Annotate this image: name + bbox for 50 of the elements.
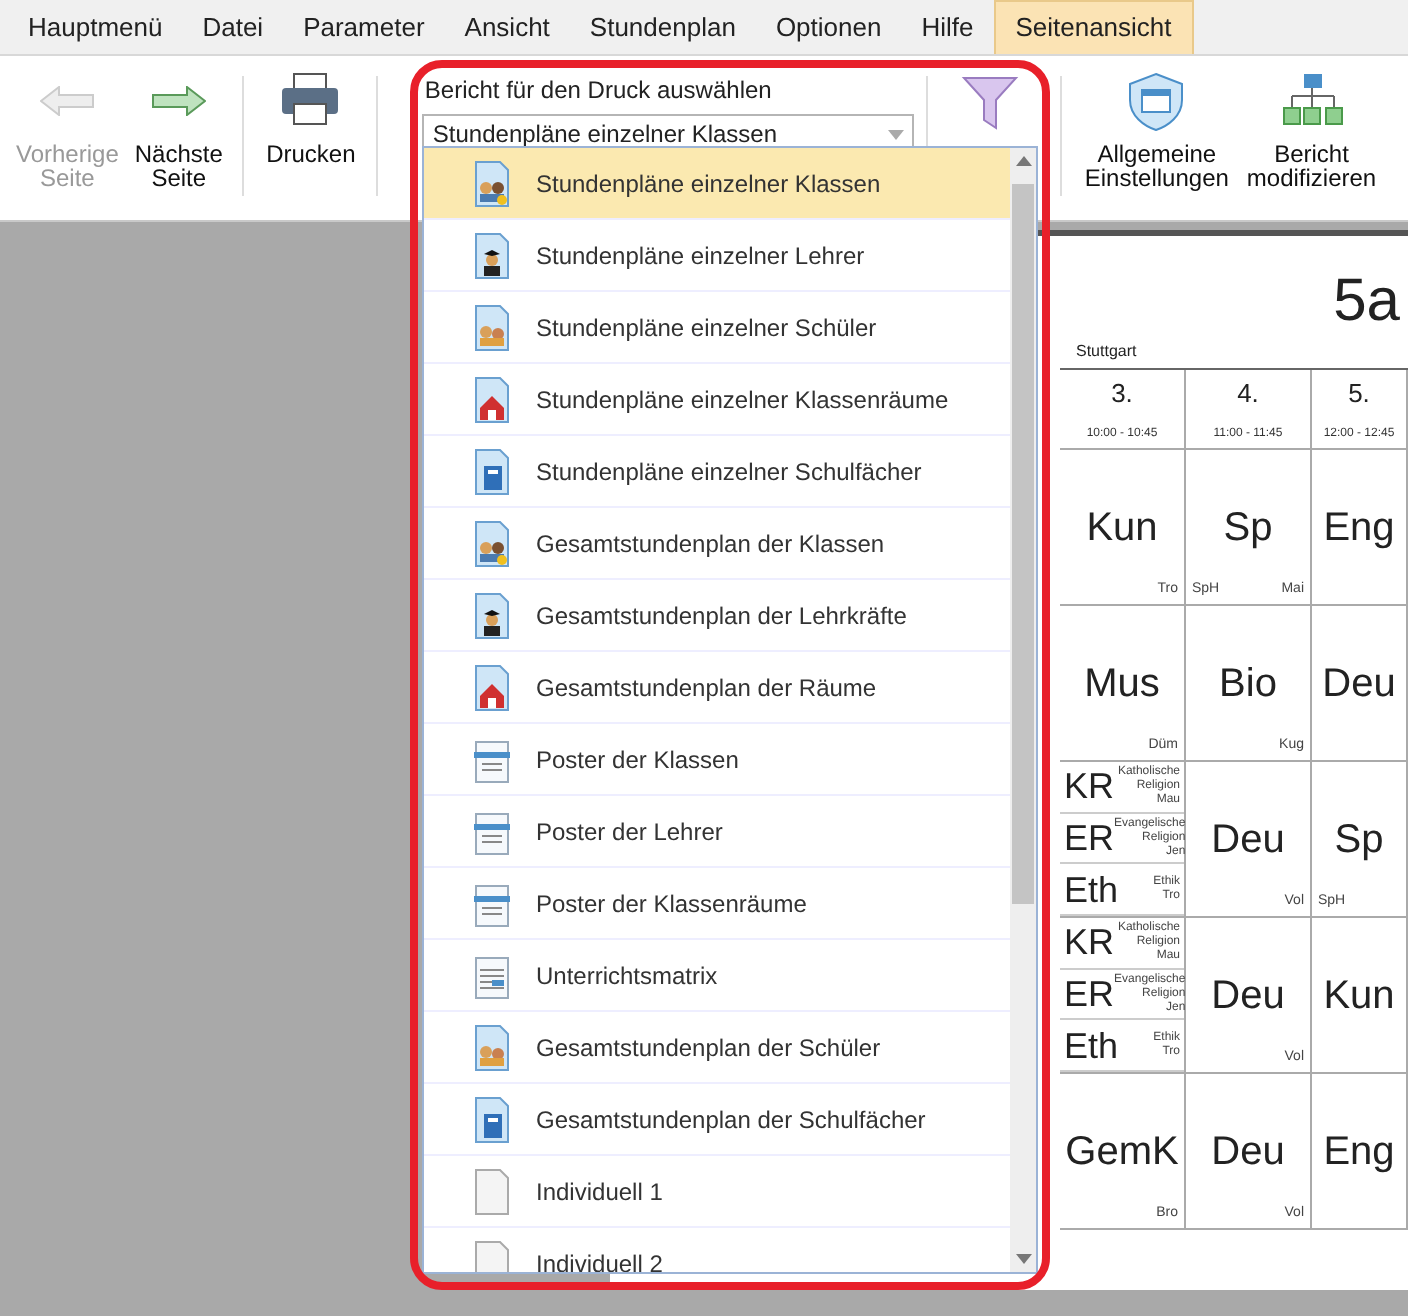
scrollbar[interactable]	[1010, 148, 1036, 1272]
subject-name: Eng	[1323, 507, 1395, 547]
subject-name: Kun	[1086, 507, 1158, 547]
report-list-item[interactable]: Stundenpläne einzelner Klassen	[424, 148, 1010, 220]
subject-name: Deu	[1211, 1131, 1285, 1171]
shield-window-icon	[1124, 72, 1189, 132]
subject-name: Deu	[1322, 663, 1396, 703]
arrow-left-icon	[40, 86, 95, 116]
scroll-down-icon[interactable]	[1015, 1254, 1031, 1264]
caret-icon	[888, 130, 905, 141]
subject-name: Deu	[1211, 975, 1285, 1015]
menu-tab[interactable]: Hilfe	[901, 0, 994, 54]
menu-tab[interactable]: Stundenplan	[569, 0, 756, 54]
subject-name: Eng	[1323, 1131, 1395, 1171]
subject-name: Deu	[1211, 819, 1285, 859]
menu-tab[interactable]: Datei	[182, 0, 284, 54]
subject-name: Eth	[1064, 1027, 1119, 1064]
ribbon-button[interactable]: Allgemeine Einstellungen	[1074, 68, 1239, 220]
subject-name: Kun	[1323, 975, 1395, 1015]
funnel-icon	[960, 72, 1021, 132]
school-name: Stuttgart	[1076, 340, 1137, 364]
subject-name: KR	[1064, 924, 1115, 961]
period-number: 3.	[1111, 376, 1133, 413]
subject-name: ER	[1064, 820, 1115, 856]
subject-name: KR	[1064, 768, 1115, 805]
poster-report-icon	[468, 807, 516, 855]
menu-tab[interactable]: Seitenansicht	[993, 0, 1194, 54]
subject-name: ER	[1064, 976, 1115, 1012]
menu-tab[interactable]: Hauptmenü	[8, 0, 183, 54]
subject-name: Sp	[1223, 507, 1273, 547]
menu-tab[interactable]: Ansicht	[444, 0, 570, 54]
subject-name: Mus	[1084, 663, 1160, 703]
subject-name: Bio	[1219, 663, 1277, 703]
menu-tab[interactable]: Optionen	[755, 0, 902, 54]
arrow-right-icon	[151, 86, 206, 116]
ribbon-button[interactable]: Nächste Seite	[126, 68, 231, 220]
scroll-up-icon[interactable]	[1015, 156, 1031, 166]
class-name: 5a	[1333, 265, 1400, 337]
period-number: 5.	[1348, 376, 1370, 413]
poster-report-icon	[468, 735, 516, 783]
subject-name: GemK	[1065, 1131, 1179, 1171]
scrollbar-thumb[interactable]	[1012, 184, 1034, 904]
subject-name: Eth	[1064, 871, 1119, 908]
ribbon-button[interactable]: Drucken	[256, 68, 365, 220]
period-number: 4.	[1237, 376, 1259, 413]
menu-tab[interactable]: Parameter	[283, 0, 445, 54]
subject-name: Sp	[1334, 819, 1384, 859]
ribbon-button[interactable]: Bericht modifizieren	[1238, 68, 1385, 220]
poster-report-icon	[468, 879, 516, 927]
report-select-label: Bericht für den Druck auswählen	[424, 74, 774, 108]
